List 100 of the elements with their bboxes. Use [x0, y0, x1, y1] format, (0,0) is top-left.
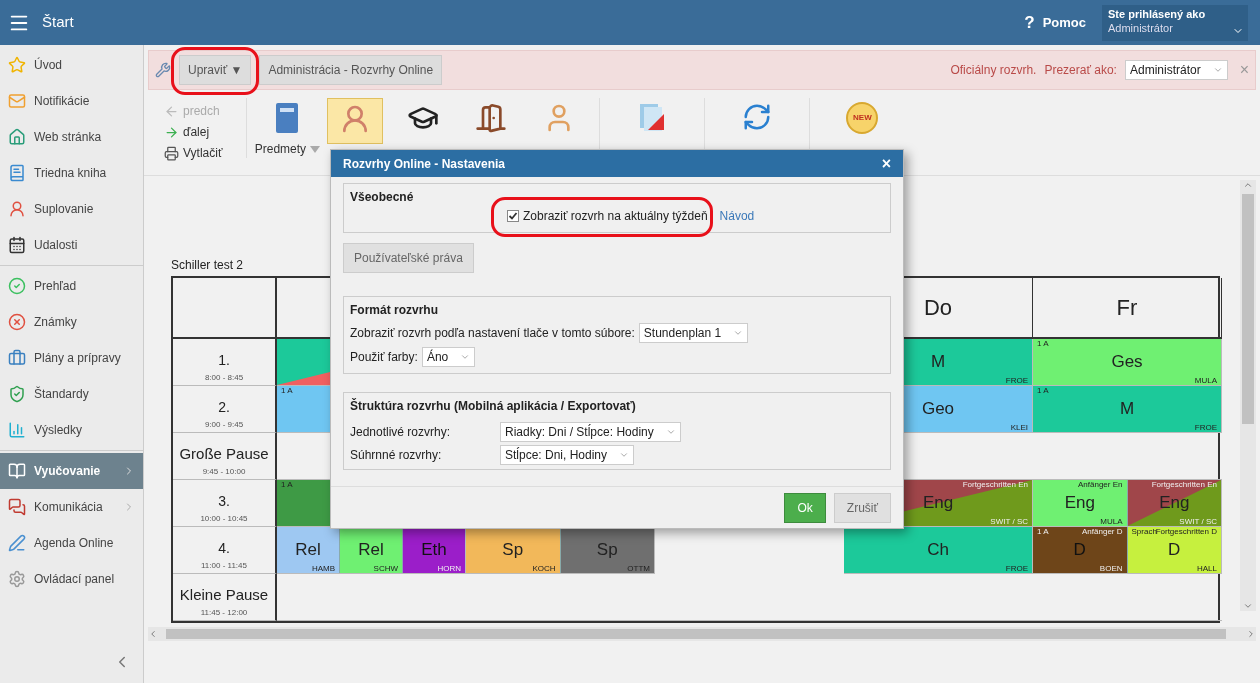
- lesson-cell[interactable]: Rel SCHW: [340, 527, 403, 573]
- teacher-label: HORN: [437, 564, 461, 573]
- teacher-label: KOCH: [532, 564, 556, 573]
- scroll-left-icon[interactable]: [148, 629, 158, 639]
- sidebar-item[interactable]: Agenda Online: [0, 525, 143, 561]
- help-icon[interactable]: ?: [1024, 9, 1035, 36]
- admin-button[interactable]: Administrácia - Rozvrhy Online: [259, 55, 443, 85]
- view-as-label: Prezerať ako:: [1044, 62, 1117, 79]
- nav-button[interactable]: ďalej: [164, 123, 223, 141]
- view-as-select[interactable]: Administrátor: [1124, 60, 1228, 80]
- option-select[interactable]: Stundenplan 1: [638, 323, 749, 343]
- sidebar-item[interactable]: Plány a prípravy: [0, 340, 143, 376]
- person-icon: [8, 200, 26, 218]
- teacher-label: HAMB: [311, 564, 335, 573]
- group-label: Anfänger En: [1078, 480, 1123, 489]
- settings-icon: [8, 570, 26, 588]
- lesson-cell[interactable]: Rel HAMB: [277, 527, 340, 573]
- day-header: Do: [923, 294, 953, 322]
- sidebar-item[interactable]: Udalosti: [0, 227, 143, 263]
- vertical-scrollbar[interactable]: [1240, 180, 1256, 611]
- subject-label: D: [1073, 539, 1086, 562]
- sidebar-item[interactable]: Štandardy: [0, 376, 143, 412]
- cancel-button[interactable]: Zrušiť: [833, 492, 891, 523]
- period-label: Große Pause: [179, 443, 269, 464]
- timetable-title: Schiller test 2: [171, 257, 244, 274]
- class-label: 1 A: [281, 386, 293, 395]
- mail-icon: [8, 92, 26, 110]
- scroll-up-icon[interactable]: [1243, 180, 1253, 190]
- sidebar-item[interactable]: Známky: [0, 304, 143, 340]
- group-label: Anfänger D: [1082, 527, 1123, 536]
- subject-label: D: [1168, 539, 1181, 562]
- calendar-icon: [8, 236, 26, 254]
- edit-button[interactable]: Upraviť ▼: [179, 55, 252, 85]
- dialog-title: Rozvrhy Online - Nastavenia: [343, 155, 507, 173]
- sidebar-item[interactable]: Výsledky: [0, 412, 143, 448]
- caret-icon: [733, 328, 744, 338]
- sidebar-item[interactable]: Suplovanie: [0, 191, 143, 227]
- lesson-cell[interactable]: Sp KOCH: [466, 527, 561, 573]
- period-label: 4.: [218, 539, 230, 558]
- sidebar-item[interactable]: Komunikácia: [0, 489, 143, 525]
- lesson-cell[interactable]: 1 A M FROE: [1033, 386, 1221, 432]
- field-label: Súhrnné rozvrhy:: [350, 447, 443, 464]
- check-circle-icon: [8, 277, 26, 295]
- lesson-cell[interactable]: SprachFortgeschritten D D HALL: [1127, 527, 1221, 573]
- lesson-cell[interactable]: 1 A Ges MULA: [1033, 339, 1221, 385]
- class-label: 1 A: [1037, 386, 1049, 395]
- teacher-label: FROE: [1005, 376, 1028, 385]
- lesson-cell[interactable]: Eth HORN: [403, 527, 465, 573]
- help-link[interactable]: Pomoc: [1042, 12, 1086, 33]
- printer-icon: [164, 145, 179, 161]
- period-label: 3.: [218, 492, 230, 511]
- period-time: 8:00 - 8:45: [204, 372, 244, 384]
- open-book-icon: [8, 462, 26, 480]
- period-time: 9:00 - 9:45: [204, 419, 244, 431]
- tool-button[interactable]: NEW: [822, 98, 903, 144]
- checkbox[interactable]: [507, 210, 519, 222]
- briefcase-icon: [8, 349, 26, 367]
- teacher-label: KLEI: [1010, 423, 1028, 432]
- book-icon: [274, 102, 301, 134]
- teacher-label: MULA: [1100, 517, 1123, 526]
- scroll-down-icon[interactable]: [1243, 601, 1253, 611]
- bar-chart-icon: [8, 421, 26, 439]
- nav-button[interactable]: Vytlačiť: [164, 144, 223, 162]
- pen-icon: [8, 534, 26, 552]
- teacher-label: HALL: [1197, 564, 1217, 573]
- lesson-cell[interactable]: Ch FROE: [844, 527, 1032, 573]
- lesson-cell[interactable]: Anfänger En Eng MULA: [1033, 480, 1128, 526]
- sidebar-item[interactable]: Web stránka: [0, 119, 143, 155]
- option-select[interactable]: Stĺpce: Dni, Hodiny: [500, 445, 635, 465]
- sidebar-item[interactable]: Vyučovanie: [0, 453, 143, 489]
- lesson-cell[interactable]: 1 A Anfänger D D BOEN: [1033, 527, 1128, 573]
- sidebar-item[interactable]: Notifikácie: [0, 83, 143, 119]
- help-link[interactable]: Návod: [719, 207, 755, 225]
- group-label: Fortgeschritten En: [1151, 480, 1217, 489]
- sidebar-item[interactable]: Úvod: [0, 47, 143, 83]
- user-menu[interactable]: Ste prihlásený ako Administrátor: [1102, 4, 1248, 41]
- subject-label: Rel: [295, 539, 321, 562]
- app-title[interactable]: Štart: [42, 11, 74, 34]
- subject-label: Ch: [927, 539, 949, 562]
- tools-icon: [155, 62, 171, 78]
- subject-label: Ges: [1111, 351, 1143, 374]
- period-time: 11:00 - 11:45: [201, 560, 247, 572]
- sidebar-item[interactable]: Triedna kniha: [0, 155, 143, 191]
- group-label: Fortgeschritten D: [1155, 527, 1217, 536]
- period-label: 2.: [218, 398, 230, 417]
- caret-icon: [460, 352, 471, 362]
- sidebar-item[interactable]: Ovládací panel: [0, 561, 143, 597]
- current-week-checkbox[interactable]: Zobraziť rozvrh na aktuálny týždeň: [507, 207, 708, 225]
- option-select[interactable]: Áno: [421, 347, 476, 367]
- subject-label: Rel: [358, 539, 384, 562]
- star-icon: [8, 56, 26, 74]
- user-rights-button[interactable]: Používateľské práva: [343, 243, 474, 273]
- scroll-right-icon[interactable]: [1246, 629, 1256, 639]
- teacher-label: SCHW: [373, 564, 398, 573]
- close-icon[interactable]: ×: [881, 151, 891, 176]
- new-badge: NEW: [846, 102, 879, 134]
- horizontal-scrollbar[interactable]: [148, 627, 1256, 641]
- subject-label: Eng: [1064, 492, 1095, 515]
- sidebar-item[interactable]: Prehľad: [0, 268, 143, 304]
- option-select[interactable]: Riadky: Dni / Stĺpce: Hodiny: [500, 422, 681, 442]
